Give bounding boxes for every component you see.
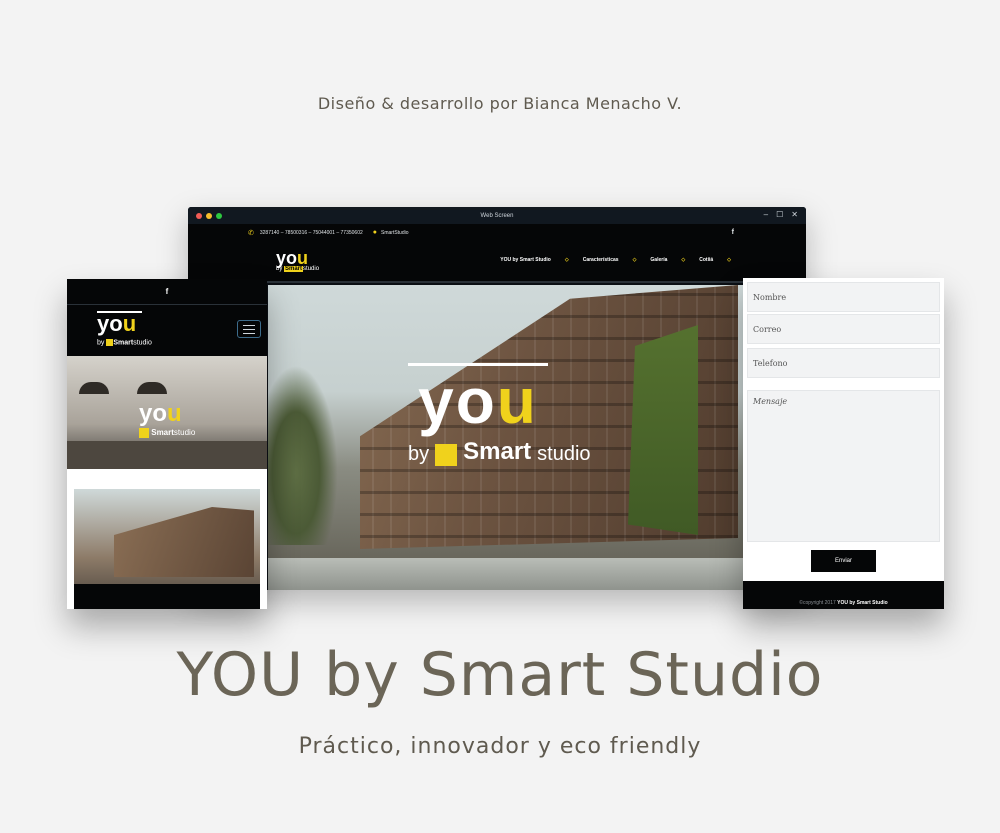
credit-text: Diseño & desarrollo por Bianca Menacho V…	[317, 94, 683, 113]
logo-square-icon	[435, 444, 458, 466]
desktop-window: Web Screen – ☐ ✕ ✆ 3287140 – 78500316 – …	[188, 207, 806, 590]
mobile-hero-you-prefix: yo	[139, 400, 168, 427]
logo-smart: Smart	[284, 266, 304, 272]
mobile-screen: f you by Smartstudio you Smartstudio	[67, 279, 267, 609]
nav-separator-icon: ◇	[564, 257, 569, 263]
message-field[interactable]: Mensaje	[747, 390, 940, 542]
submit-button[interactable]: Enviar	[811, 550, 876, 572]
hero-logo: you by Smart studio	[408, 363, 591, 466]
nav-item-home[interactable]: YOU by Smart Studio	[500, 257, 551, 263]
mobile-logo-studio: studio	[133, 339, 152, 347]
nav-separator-icon: ◇	[727, 257, 731, 263]
nav-separator-icon: ◇	[681, 257, 686, 263]
contact-form: Nombre Correo Telefono Mensaje Enviar ©c…	[743, 278, 944, 609]
desk-graphic	[67, 441, 267, 469]
mobile-hero-image: you Smartstudio	[67, 356, 267, 469]
street-graphic	[268, 558, 748, 590]
skype-handle: SmartStudio	[381, 229, 409, 236]
site-logo[interactable]: you by Smartstudio	[276, 248, 320, 272]
form-footer: ©copyright 2017 YOU by Smart Studio	[743, 581, 944, 609]
hamburger-menu-icon[interactable]	[237, 320, 261, 338]
mobile-logo-by: by	[97, 339, 105, 347]
lamp-graphic	[79, 382, 109, 394]
logo-square-icon	[139, 428, 149, 438]
hero-logo-by: by	[408, 443, 430, 465]
window-titlebar: Web Screen – ☐ ✕	[188, 207, 806, 224]
green-wall-graphic	[628, 325, 698, 535]
hero-logo-you-prefix: yo	[418, 365, 497, 437]
mobile-hero-you-suffix: u	[167, 400, 182, 427]
site-navbar: you by Smartstudio YOU by Smart Studio ◇…	[188, 241, 806, 283]
window-title: Web Screen	[480, 212, 514, 219]
hero-logo-smart: Smart	[463, 438, 532, 465]
logo-you-prefix: yo	[276, 248, 298, 268]
hero-logo-you-suffix: u	[496, 365, 538, 437]
skype-icon: ●	[372, 229, 377, 236]
nav-menu: YOU by Smart Studio ◇ Características ◇ …	[500, 257, 731, 263]
tree-graphic	[268, 365, 338, 545]
name-field[interactable]: Nombre	[747, 282, 940, 312]
footer-copyright: ©copyright 2017	[799, 600, 836, 606]
mobile-logo-you-prefix: yo	[97, 311, 123, 336]
close-icon[interactable]: ✕	[791, 210, 798, 219]
nav-item-gallery[interactable]: Galería	[650, 257, 667, 263]
page-subtitle: Práctico, innovador y eco friendly	[298, 734, 702, 759]
lamp-graphic	[137, 382, 167, 394]
logo-studio: studio	[303, 266, 320, 272]
mobile-building-thumbnail	[74, 489, 260, 609]
mobile-logo[interactable]: you by Smartstudio	[97, 311, 152, 346]
phone-numbers: 3287140 – 78500316 – 75044001 – 77350602	[259, 229, 363, 236]
mobile-hero-logo: you	[139, 400, 182, 428]
footer-brand: YOU by Smart Studio	[837, 600, 888, 606]
nav-item-features[interactable]: Características	[583, 257, 619, 263]
page-title: YOU by Smart Studio	[176, 640, 824, 710]
mobile-logo-smart: Smart	[113, 339, 134, 347]
mobile-header: you by Smartstudio	[67, 305, 267, 356]
hero-image: you by Smart studio	[268, 285, 748, 590]
phone-field[interactable]: Telefono	[747, 348, 940, 378]
nav-separator-icon: ◇	[632, 257, 637, 263]
building-graphic	[114, 507, 254, 577]
minimize-icon[interactable]: –	[764, 210, 768, 219]
mobile-logo-you-suffix: u	[122, 311, 137, 336]
mobile-hero-smart: Smart	[151, 428, 174, 438]
mobile-hero-studio: studio	[173, 428, 196, 438]
mobile-footer-strip	[74, 584, 260, 609]
site-topbar: ✆ 3287140 – 78500316 – 75044001 – 773506…	[188, 224, 806, 241]
mobile-facebook-icon[interactable]: f	[67, 279, 267, 305]
mobile-hero-byline: Smartstudio	[139, 428, 195, 438]
email-field[interactable]: Correo	[747, 314, 940, 344]
hero-logo-studio: studio	[537, 443, 591, 465]
logo-by: by	[276, 266, 283, 272]
nav-item-quote[interactable]: Cotiiá	[699, 257, 713, 263]
phone-icon: ✆	[248, 229, 254, 237]
logo-you-suffix: u	[297, 248, 309, 268]
facebook-icon[interactable]: f	[732, 229, 734, 236]
maximize-icon[interactable]: ☐	[776, 210, 783, 219]
